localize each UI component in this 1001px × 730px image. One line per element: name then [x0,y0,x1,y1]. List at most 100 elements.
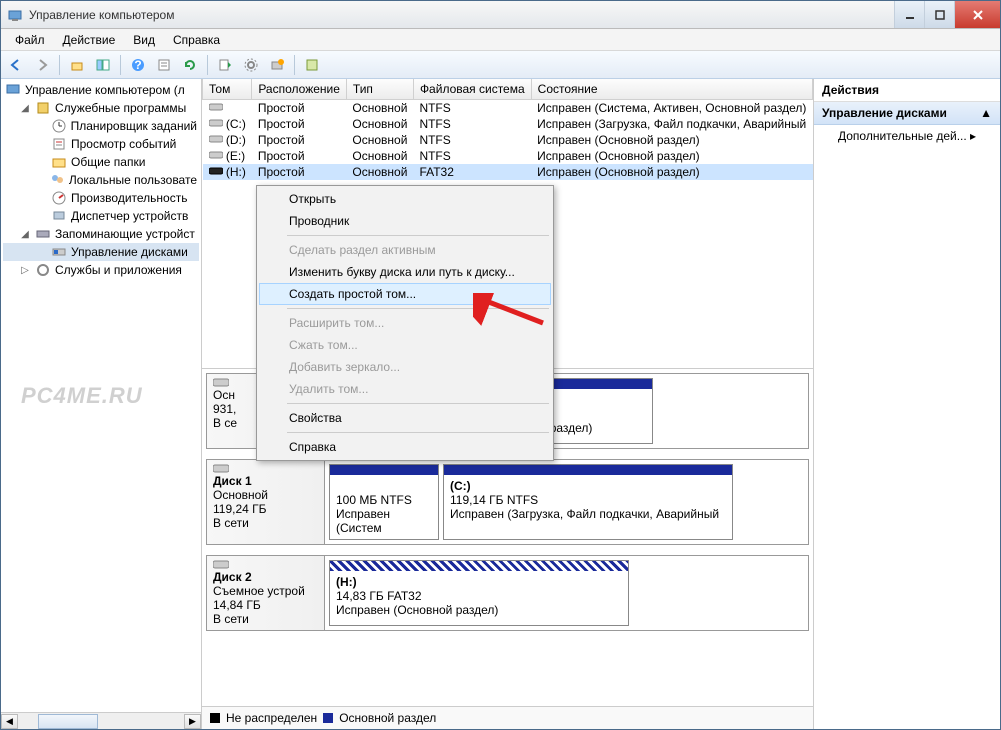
legend-unalloc-label: Не распределен [226,711,317,725]
minimize-button[interactable] [894,1,924,28]
tree-item[interactable]: Планировщик заданий [3,117,199,135]
watermark: PC4ME.RU [21,383,143,409]
computer-icon [5,82,21,98]
view-icon[interactable] [301,54,323,76]
expand-icon: ▷ [19,265,31,276]
show-hide-tree-button[interactable] [92,54,114,76]
help-icon[interactable]: ? [127,54,149,76]
tree-root[interactable]: Управление компьютером (л [3,81,199,99]
table-row[interactable]: (D:)ПростойОсновнойNTFSИсправен (Основно… [203,132,813,148]
partition-stripe [330,465,438,475]
window-buttons [894,1,1000,28]
table-row[interactable]: (E:)ПростойОсновнойNTFSИсправен (Основно… [203,148,813,164]
tree-node-icon [51,154,67,170]
ctx-shrink: Сжать том... [259,334,551,356]
refresh-icon[interactable] [179,54,201,76]
close-button[interactable] [954,1,1000,28]
ctx-extend: Расширить том... [259,312,551,334]
volumes-table[interactable]: Том Расположение Тип Файловая система Со… [202,79,813,180]
tree-item[interactable]: Общие папки [3,153,199,171]
context-menu: Открыть Проводник Сделать раздел активны… [256,185,554,461]
tree-item[interactable]: ◢ Запоминающие устройст [3,225,199,243]
scroll-left-button[interactable]: ◀ [1,714,18,729]
ctx-help[interactable]: Справка [259,436,551,458]
menu-action[interactable]: Действие [55,31,124,49]
tree-item[interactable]: Производительность [3,189,199,207]
disk-partitions: 100 МБ NTFSИсправен (Систем(C:)119,14 ГБ… [325,460,808,544]
disk: Диск 2Съемное устрой14,84 ГБВ сети(H:)14… [206,555,809,631]
ctx-change-letter[interactable]: Изменить букву диска или путь к диску... [259,261,551,283]
ctx-properties[interactable]: Свойства [259,407,551,429]
scroll-thumb[interactable] [38,714,98,729]
col-type[interactable]: Тип [346,79,413,100]
tree-node-icon [51,190,67,206]
ctx-add-mirror: Добавить зеркало... [259,356,551,378]
actions-more[interactable]: Дополнительные дей... ▸ [814,125,1000,147]
col-tom[interactable]: Том [203,79,252,100]
ctx-make-active: Сделать раздел активным [259,239,551,261]
collapse-icon[interactable]: ▲ [980,106,992,120]
col-state[interactable]: Состояние [531,79,812,100]
col-fs[interactable]: Файловая система [413,79,531,100]
properties-icon[interactable] [153,54,175,76]
legend: Не распределен Основной раздел [202,706,813,729]
disk-icon [209,102,223,112]
actions-band[interactable]: Управление дисками ▲ [814,102,1000,125]
disk-icon [209,150,223,160]
maximize-button[interactable] [924,1,954,28]
table-row[interactable]: ПростойОсновнойNTFSИсправен (Система, Ак… [203,100,813,117]
tree-item[interactable]: Локальные пользовате [3,171,199,189]
tree-item[interactable]: Диспетчер устройств [3,207,199,225]
ctx-open[interactable]: Открыть [259,188,551,210]
menubar: Файл Действие Вид Справка [1,29,1000,51]
tree-item-label: Запоминающие устройст [55,227,195,241]
partition[interactable]: (C:)119,14 ГБ NTFSИсправен (Загрузка, Фа… [443,464,733,540]
disk-icon [209,166,223,176]
window-title: Управление компьютером [29,8,894,22]
menu-file[interactable]: Файл [7,31,53,49]
table-row[interactable]: (C:)ПростойОсновнойNTFSИсправен (Загрузк… [203,116,813,132]
export-list-icon[interactable] [214,54,236,76]
tree-item-label: Просмотр событий [71,137,176,151]
tree-item[interactable]: Просмотр событий [3,135,199,153]
tree-item[interactable]: Управление дисками [3,243,199,261]
tree-node-icon [35,226,51,242]
tree-item-label: Общие папки [71,155,145,169]
action-icon[interactable] [266,54,288,76]
settings-icon[interactable] [240,54,262,76]
ctx-create-simple-volume[interactable]: Создать простой том... [259,283,551,305]
forward-button[interactable] [31,54,53,76]
tree-item[interactable]: ◢ Служебные программы [3,99,199,117]
tree-item-label: Производительность [71,191,187,205]
partition[interactable]: (H:)14,83 ГБ FAT32Исправен (Основной раз… [329,560,629,626]
table-row[interactable]: (H:)ПростойОсновнойFAT32Исправен (Основн… [203,164,813,180]
navigation-tree[interactable]: Управление компьютером (л ◢ Служебные про… [1,79,202,729]
tree-node-icon [51,244,67,260]
toolbar: ? [1,51,1000,79]
app-window: Управление компьютером Файл Действие Вид… [0,0,1001,730]
actions-band-label: Управление дисками [822,106,947,120]
up-button[interactable] [66,54,88,76]
partition-stripe [330,561,628,571]
legend-primary-swatch [323,713,333,723]
actions-more-label: Дополнительные дей... [838,129,967,143]
partition-stripe [444,465,732,475]
partition[interactable]: 100 МБ NTFSИсправен (Систем [329,464,439,540]
disk-icon [209,134,223,144]
legend-primary-label: Основной раздел [339,711,436,725]
col-layout[interactable]: Расположение [252,79,347,100]
tree-root-label: Управление компьютером (л [25,83,185,97]
tree-node-icon [49,172,65,188]
disk-label: Диск 2Съемное устрой14,84 ГБВ сети [207,556,325,630]
menu-view[interactable]: Вид [125,31,163,49]
collapse-icon[interactable]: ◢ [19,229,31,240]
menu-help[interactable]: Справка [165,31,228,49]
ctx-explorer[interactable]: Проводник [259,210,551,232]
collapse-icon[interactable]: ◢ [19,103,31,114]
tree-hscroll[interactable]: ◀ ▶ [1,712,201,729]
tree-item-label: Служебные программы [55,101,186,115]
disk-icon [209,118,223,128]
back-button[interactable] [5,54,27,76]
scroll-right-button[interactable]: ▶ [184,714,201,729]
tree-item[interactable]: ▷Службы и приложения [3,261,199,279]
